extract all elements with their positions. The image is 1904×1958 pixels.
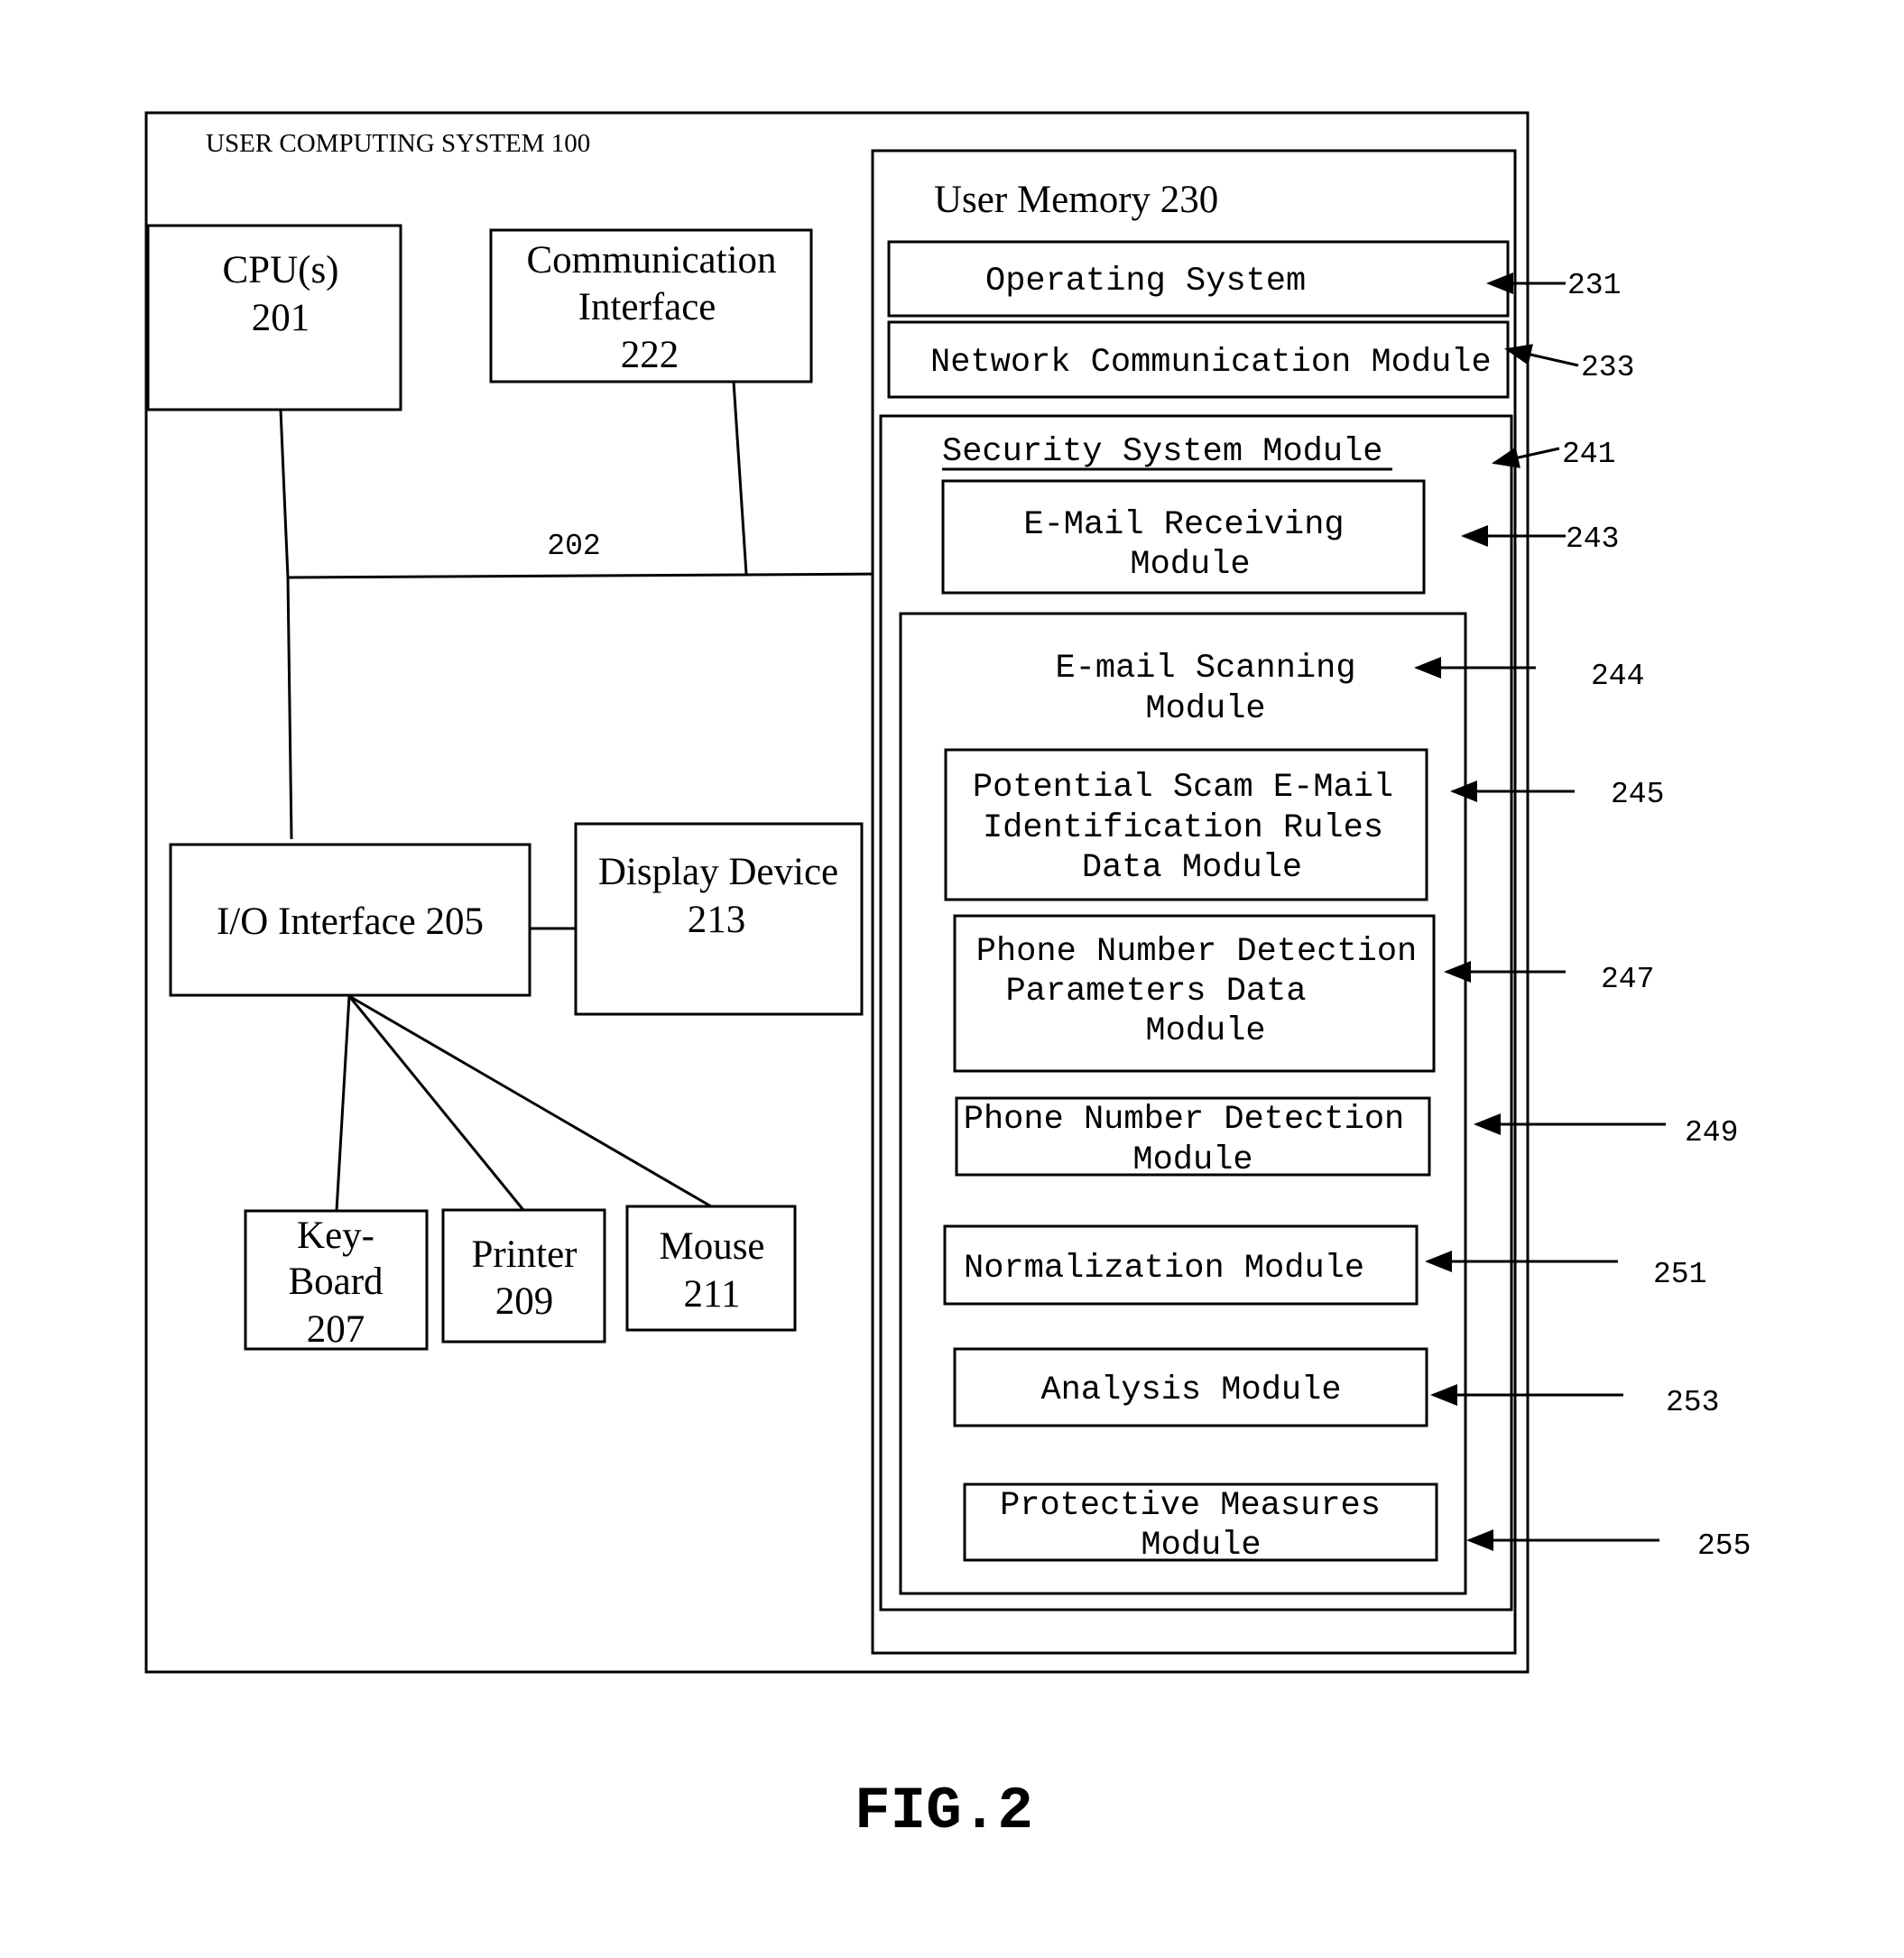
ref-label-253: 253: [1666, 1386, 1719, 1419]
communication-interface-block[interactable]: Communication Interface 222: [489, 228, 813, 383]
keyboard-label-2: Board: [288, 1261, 383, 1303]
normalization-module-block[interactable]: Normalization Module: [943, 1224, 1419, 1306]
email-scanning-label-2: Module: [1145, 690, 1265, 728]
detection-label-1: Phone Number Detection: [964, 1101, 1404, 1139]
protective-measures-module-block[interactable]: Protective Measures Module: [963, 1482, 1438, 1565]
printer-ref: 209: [495, 1280, 554, 1323]
ref-label-245: 245: [1611, 778, 1664, 811]
bus-label: 202: [547, 530, 600, 563]
cpu-ref: 201: [252, 297, 310, 339]
cpu-block[interactable]: CPU(s) 201: [146, 224, 402, 411]
io-label: I/O Interface 205: [217, 900, 484, 943]
analysis-module-block[interactable]: Analysis Module: [953, 1347, 1428, 1427]
ref-label-241: 241: [1562, 438, 1615, 471]
rules-label-3: Data Module: [1082, 849, 1302, 887]
keyboard-block[interactable]: Key- Board 207: [244, 1209, 429, 1351]
comm-label-1: Communication: [526, 239, 776, 282]
display-label: Display Device: [598, 851, 838, 893]
mouse-block[interactable]: Mouse 211: [625, 1205, 797, 1332]
keyboard-label-1: Key-: [297, 1215, 374, 1257]
network-communication-module-block[interactable]: Network Communication Module: [887, 320, 1510, 399]
email-scanning-label-1: E-mail Scanning: [1055, 650, 1355, 688]
ref-label-247: 247: [1601, 963, 1654, 996]
ref-label-249: 249: [1685, 1116, 1738, 1150]
params-label-1: Phone Number Detection: [976, 933, 1417, 971]
ncm-label: Network Communication Module: [930, 344, 1492, 382]
printer-label: Printer: [471, 1233, 577, 1276]
ref-label-231: 231: [1567, 269, 1621, 302]
printer-block[interactable]: Printer 209: [441, 1208, 606, 1344]
scam-rules-data-module-block[interactable]: Potential Scam E-Mail Identification Rul…: [944, 748, 1428, 901]
params-label-3: Module: [1145, 1012, 1265, 1050]
system-title: USER COMPUTING SYSTEM 100: [206, 129, 590, 158]
protective-label-2: Module: [1141, 1527, 1261, 1565]
detection-parameters-module-block[interactable]: Phone Number Detection Parameters Data M…: [953, 914, 1436, 1073]
figure-label: FIG.2: [855, 1778, 1033, 1845]
params-label-2: Parameters Data: [1005, 973, 1306, 1011]
protective-label-1: Protective Measures: [1000, 1487, 1381, 1525]
ref-label-233: 233: [1581, 351, 1634, 384]
mouse-label: Mouse: [659, 1225, 764, 1268]
ref-label-243: 243: [1566, 522, 1619, 556]
security-title: Security System Module: [942, 433, 1382, 471]
email-receiving-label-1: E-Mail Receiving: [1023, 506, 1344, 544]
system-block-diagram: USER COMPUTING SYSTEM 100 202 CPU(s) 201…: [144, 111, 1751, 1845]
keyboard-ref: 207: [307, 1308, 365, 1351]
ref-label-255: 255: [1697, 1529, 1751, 1563]
operating-system-block[interactable]: Operating System: [887, 240, 1510, 318]
phone-detection-module-block[interactable]: Phone Number Detection Module: [955, 1096, 1431, 1179]
normalization-label: Normalization Module: [964, 1250, 1364, 1288]
rules-label-1: Potential Scam E-Mail: [973, 769, 1393, 807]
mouse-ref: 211: [684, 1273, 741, 1316]
email-receiving-module-block[interactable]: E-Mail Receiving Module: [941, 479, 1426, 595]
cpu-label: CPU(s): [222, 249, 338, 291]
display-device-block[interactable]: Display Device 213: [574, 822, 864, 1016]
os-label: Operating System: [985, 263, 1306, 300]
io-interface-block[interactable]: I/O Interface 205: [169, 843, 531, 997]
email-receiving-label-2: Module: [1130, 546, 1250, 584]
memory-title: User Memory 230: [934, 179, 1218, 221]
detection-label-2: Module: [1132, 1141, 1252, 1179]
rules-label-2: Identification Rules: [983, 809, 1383, 847]
analysis-label: Analysis Module: [1040, 1372, 1341, 1409]
comm-label-2: Interface: [578, 286, 716, 328]
display-ref: 213: [688, 899, 746, 941]
ref-label-244: 244: [1591, 660, 1644, 693]
ref-label-251: 251: [1653, 1258, 1706, 1291]
comm-ref: 222: [621, 334, 679, 376]
